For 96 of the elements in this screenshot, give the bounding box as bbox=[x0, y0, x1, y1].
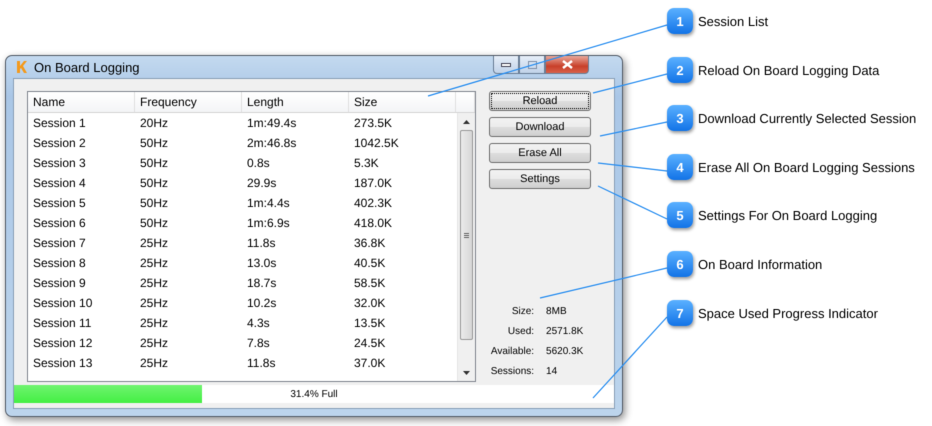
table-cell-text: 1042.5K bbox=[353, 135, 400, 152]
info-label: Used: bbox=[506, 325, 534, 338]
close-icon bbox=[562, 60, 572, 69]
table-cell-text: 37.0K bbox=[353, 355, 386, 372]
table-cell-text: 36.8K bbox=[353, 235, 386, 252]
table-cell-text: 418.0K bbox=[353, 215, 394, 232]
callout-number-badge: 1 bbox=[667, 8, 693, 34]
table-cell-text: 13.0s bbox=[246, 255, 278, 272]
table-cell-text: 1m:49.4s bbox=[246, 115, 298, 132]
table-cell-text: 50Hz bbox=[139, 135, 170, 152]
table-cell-text: 5.3K bbox=[353, 155, 380, 172]
table-cell-text: 20Hz bbox=[139, 115, 170, 132]
column-header[interactable]: Frequency bbox=[135, 92, 242, 112]
column-header[interactable]: Size bbox=[349, 92, 456, 112]
action-button[interactable]: Erase All bbox=[489, 143, 591, 163]
leader-line bbox=[600, 121, 668, 137]
info-label: Sessions: bbox=[490, 365, 534, 378]
table-cell-text: 32.0K bbox=[353, 295, 386, 312]
table-cell-text: 25Hz bbox=[139, 275, 170, 292]
table-cell-text: 402.3K bbox=[353, 195, 394, 212]
table-cell-text: 25Hz bbox=[139, 235, 170, 252]
callout-number-badge: 7 bbox=[667, 300, 693, 326]
callout-number-badge: 5 bbox=[667, 202, 693, 228]
action-button[interactable]: Download bbox=[489, 117, 591, 137]
table-cell-text: Session 6 bbox=[32, 215, 87, 232]
callout-number-badge: 6 bbox=[667, 251, 693, 277]
table-cell-text: Session 9 bbox=[32, 275, 87, 292]
table-cell-text: Session 13 bbox=[32, 355, 94, 372]
app-logo-icon bbox=[16, 60, 28, 74]
callout-number-badge: 4 bbox=[667, 154, 693, 180]
table-cell-text: 273.5K bbox=[353, 115, 394, 132]
window-title: On Board Logging bbox=[34, 60, 140, 74]
maximize-icon bbox=[528, 60, 536, 68]
leader-line bbox=[598, 162, 668, 172]
table-cell-text: 25Hz bbox=[139, 355, 170, 372]
column-header[interactable]: Name bbox=[28, 92, 135, 112]
action-button[interactable]: Settings bbox=[489, 169, 591, 189]
progress-label: 31.4% Full bbox=[290, 388, 338, 400]
table-cell-text: 25Hz bbox=[139, 335, 170, 352]
callout-label: Space Used Progress Indicator bbox=[698, 306, 878, 320]
table-cell-text: Session 4 bbox=[32, 175, 87, 192]
info-label: Size: bbox=[510, 305, 534, 318]
info-value: 2571.8K bbox=[546, 325, 584, 338]
close-button[interactable] bbox=[545, 56, 589, 74]
info-label: Available: bbox=[490, 345, 534, 358]
callout-label: Settings For On Board Logging bbox=[698, 208, 878, 222]
leader-line bbox=[598, 185, 668, 220]
callout-label: Session List bbox=[698, 14, 768, 28]
table-cell-text: 0.8s bbox=[246, 155, 271, 172]
callout-label: Download Currently Selected Session bbox=[698, 110, 916, 126]
callout-label: Reload On Board Logging Data bbox=[698, 62, 880, 78]
table-cell-text: 11.8s bbox=[246, 355, 276, 372]
table-cell-text: 50Hz bbox=[139, 215, 170, 232]
table-cell-text: 7.8s bbox=[246, 335, 271, 352]
table-cell-text: 25Hz bbox=[139, 295, 170, 312]
table-cell-text: Session 12 bbox=[32, 335, 94, 352]
vertical-scrollbar[interactable] bbox=[457, 113, 475, 381]
action-button[interactable]: Reload bbox=[489, 91, 591, 111]
table-cell-text: Session 2 bbox=[32, 135, 87, 152]
table-cell-text: 10.2s bbox=[246, 295, 278, 312]
minimize-icon bbox=[501, 62, 511, 66]
info-value: 14 bbox=[546, 365, 558, 378]
table-cell-text: 18.7s bbox=[246, 275, 278, 292]
table-cell-text: 50Hz bbox=[139, 195, 170, 212]
callout-label: On Board Information bbox=[698, 256, 822, 272]
scroll-thumb[interactable] bbox=[460, 130, 473, 340]
table-cell-text: 13.5K bbox=[353, 315, 386, 332]
column-header[interactable]: Length bbox=[242, 92, 349, 112]
info-value: 5620.3K bbox=[546, 345, 584, 358]
table-cell-text: Session 7 bbox=[32, 235, 87, 252]
table-cell-text: 25Hz bbox=[139, 315, 170, 332]
table-cell-text: 25Hz bbox=[139, 255, 170, 272]
table-cell-text: 50Hz bbox=[139, 155, 170, 172]
table-cell-text: 187.0K bbox=[353, 175, 394, 192]
table-cell-text: 29.9s bbox=[246, 175, 278, 192]
callout-number-badge: 2 bbox=[667, 57, 693, 83]
maximize-button[interactable] bbox=[519, 56, 545, 74]
callout-label: Erase All On Board Logging Sessions bbox=[698, 160, 915, 174]
table-cell-text: 58.5K bbox=[353, 275, 386, 292]
info-value: 8MB bbox=[546, 305, 568, 318]
table-cell-text: Session 10 bbox=[32, 295, 94, 312]
minimize-button[interactable] bbox=[493, 56, 519, 74]
table-cell-text: 40.5K bbox=[353, 255, 386, 272]
table-cell-text: 1m:6.9s bbox=[246, 215, 291, 232]
table-cell-text: 24.5K bbox=[353, 335, 386, 352]
table-cell-text: 2m:46.8s bbox=[246, 135, 298, 152]
callout-number-badge: 3 bbox=[667, 105, 693, 131]
table-cell-text: 1m:4.4s bbox=[246, 195, 291, 212]
table-cell-text: Session 3 bbox=[32, 155, 87, 172]
table-cell-text: Session 11 bbox=[32, 315, 92, 332]
table-cell-text: Session 1 bbox=[32, 115, 87, 132]
table-cell-text: 11.8s bbox=[246, 235, 276, 252]
table-cell-text: Session 5 bbox=[32, 195, 87, 212]
table-cell-text: 50Hz bbox=[139, 175, 170, 192]
table-cell-text: 4.3s bbox=[246, 315, 271, 332]
table-cell-text: Session 8 bbox=[32, 255, 87, 272]
